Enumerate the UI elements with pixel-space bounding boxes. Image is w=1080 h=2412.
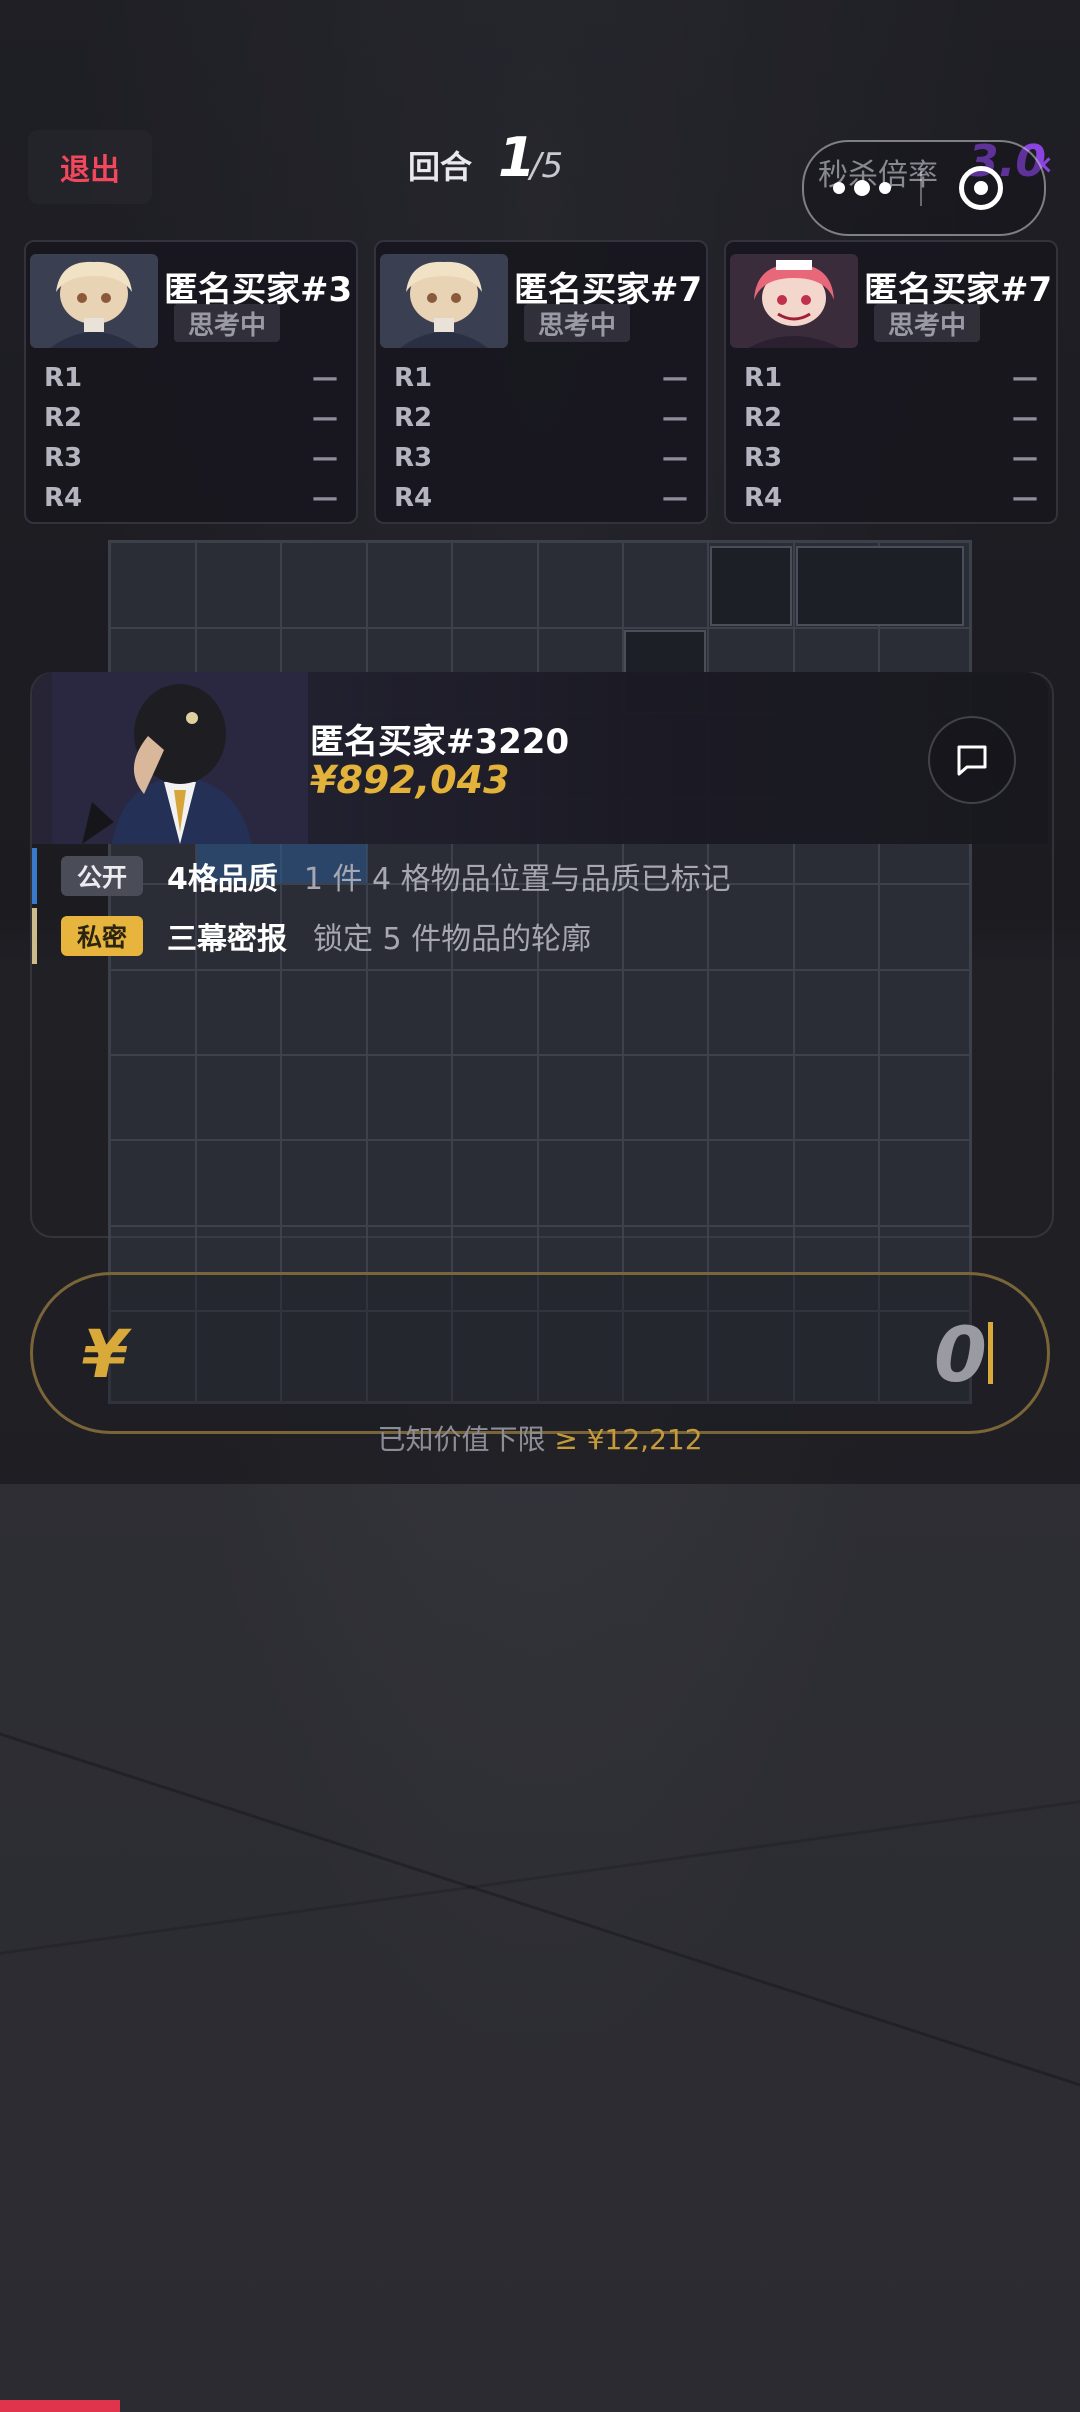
- value-floor-label: 已知价值下限: [377, 1423, 546, 1456]
- round-row: R2—: [44, 403, 338, 433]
- round-row: R1—: [44, 363, 338, 393]
- text-caret: [988, 1322, 993, 1384]
- more-dots-icon[interactable]: [804, 142, 920, 234]
- info-description: 1 件 4 格物品位置与品质已标记: [303, 862, 731, 897]
- bottom-accent-bar: [0, 2400, 120, 2412]
- chat-bubble-icon: [957, 745, 987, 776]
- currency-symbol: ¥: [82, 1316, 128, 1393]
- player-card: 匿名买家#75 思考中 R1— R2— R3— R4—: [374, 240, 708, 524]
- round-row: R4—: [744, 483, 1038, 513]
- floor-texture: [0, 1785, 1080, 1983]
- round-total: /5: [530, 146, 564, 186]
- info-title: 4格品质: [167, 862, 278, 897]
- floor-texture: [0, 1700, 1080, 2136]
- player-card: 匿名买家#79 思考中 R1— R2— R3— R4—: [724, 240, 1058, 524]
- info-row-accent: [32, 908, 37, 964]
- public-tag: 公开: [61, 856, 144, 896]
- player-avatar: [30, 254, 158, 348]
- player-status-badge: 思考中: [874, 304, 981, 342]
- player-status-badge: 思考中: [174, 304, 281, 342]
- buyer-name: 匿名买家#3220: [310, 722, 570, 762]
- item-outline: [796, 546, 964, 626]
- round-row: R3—: [394, 443, 688, 473]
- chat-button[interactable]: [928, 716, 1016, 804]
- round-label: 回合: [408, 148, 473, 186]
- value-floor-amount: ≥ ¥12,212: [554, 1423, 703, 1456]
- bid-input[interactable]: [30, 1272, 1050, 1434]
- mini-program-capsule: [802, 140, 1046, 236]
- round-row: R4—: [44, 483, 338, 513]
- round-row: R3—: [744, 443, 1038, 473]
- round-row: R2—: [394, 403, 688, 433]
- bid-value[interactable]: 0: [934, 1310, 987, 1399]
- round-row: R3—: [44, 443, 338, 473]
- player-avatar: [730, 254, 858, 348]
- info-description: 锁定 5 件物品的轮廓: [313, 922, 592, 957]
- buyer-balance: ¥892,043: [310, 758, 510, 802]
- round-row: R1—: [744, 363, 1038, 393]
- buyer-avatar: [52, 672, 308, 844]
- target-close-icon[interactable]: [922, 142, 1040, 234]
- exit-button[interactable]: 退出: [28, 130, 152, 204]
- round-row: R2—: [744, 403, 1038, 433]
- player-avatar: [380, 254, 508, 348]
- info-row-public: 公开 4格品质 1 件 4 格物品位置与品质已标记: [32, 848, 731, 904]
- round-row: R4—: [394, 483, 688, 513]
- item-outline: [710, 546, 792, 626]
- game-screen: 退出 回合 1 /5 秒杀倍率 3.0 × 匿名买家#34 思考中 R1— R2: [0, 0, 1080, 2412]
- value-floor-hint: 已知价值下限 ≥ ¥12,212: [0, 1418, 1080, 1458]
- player-card: 匿名买家#34 思考中 R1— R2— R3— R4—: [24, 240, 358, 524]
- round-row: R1—: [394, 363, 688, 393]
- player-status-badge: 思考中: [524, 304, 631, 342]
- info-row-private: 私密 三幕密报 锁定 5 件物品的轮廓: [32, 908, 591, 964]
- private-tag: 私密: [61, 916, 144, 956]
- info-row-accent: [32, 848, 37, 904]
- info-title: 三幕密报: [167, 922, 288, 957]
